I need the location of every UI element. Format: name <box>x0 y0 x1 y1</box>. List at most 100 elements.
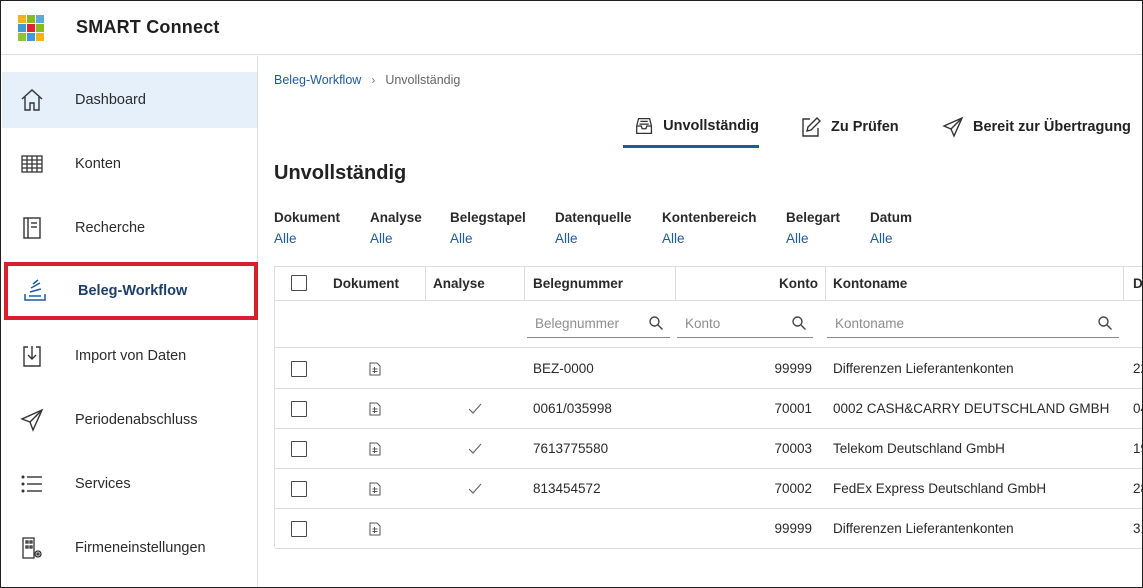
konto-cell: 99999 <box>774 361 812 376</box>
filter-value[interactable]: Alle <box>370 231 422 246</box>
sidebar-item-periodenabschluss[interactable]: Periodenabschluss <box>2 392 257 448</box>
search-icon[interactable] <box>648 315 664 331</box>
filter-datum[interactable]: Datum Alle <box>870 210 912 246</box>
filter-analyse[interactable]: Analyse Alle <box>370 210 422 246</box>
table-row[interactable]: 0061/035998 70001 0002 CASH&CARRY DEUTSCHL… <box>275 389 1142 429</box>
search-icon[interactable] <box>791 315 807 331</box>
breadcrumb: Beleg-Workflow › Unvollständig <box>274 73 460 87</box>
column-header-belegnummer[interactable]: Belegnummer <box>533 267 623 301</box>
import-icon <box>23 346 41 367</box>
filter-value[interactable]: Alle <box>870 231 912 246</box>
document-icon[interactable] <box>369 482 381 496</box>
tab-bereit-zur-uebertragung[interactable]: Bereit zur Übertragung <box>941 106 1131 148</box>
sidebar-item-label: Beleg-Workflow <box>78 283 188 299</box>
belegnummer-cell: 813454572 <box>533 481 601 496</box>
sidebar-item-import[interactable]: Import von Daten <box>2 328 257 384</box>
sidebar-item-beleg-workflow[interactable]: Beleg-Workflow <box>4 262 258 320</box>
filter-label: Belegart <box>786 210 841 225</box>
grid-table-icon <box>21 155 43 173</box>
sidebar-item-firmeneinstellungen[interactable]: Firmeneinstellungen <box>2 520 257 576</box>
row-checkbox[interactable] <box>291 521 307 537</box>
row-checkbox[interactable] <box>291 361 307 377</box>
select-all-checkbox[interactable] <box>291 275 307 291</box>
column-divider <box>825 267 826 301</box>
belegnummer-cell: BEZ-0000 <box>533 361 594 376</box>
document-search-icon <box>23 217 41 239</box>
filter-value[interactable]: Alle <box>274 231 340 246</box>
top-header: SMART Connect <box>1 1 1142 55</box>
document-icon[interactable] <box>369 522 381 536</box>
row-checkbox[interactable] <box>291 401 307 417</box>
row-checkbox[interactable] <box>291 441 307 457</box>
sidebar-item-services[interactable]: Services <box>2 456 257 512</box>
column-divider <box>1123 267 1124 301</box>
filter-label: Datum <box>870 210 913 225</box>
column-divider <box>425 267 426 301</box>
table-row[interactable]: 7613775580 70003 Telekom Deutschland GmbH 1… <box>275 429 1142 469</box>
column-divider <box>524 267 525 301</box>
beleg-table: Dokument Analyse Belegnummer Konto Konto… <box>274 266 1142 549</box>
workflow-icon <box>24 279 46 301</box>
sidebar-item-label: Recherche <box>75 220 146 236</box>
company-settings-icon <box>22 537 42 559</box>
column-header-datum[interactable]: D <box>1133 267 1142 301</box>
row-checkbox[interactable] <box>291 481 307 497</box>
kontoname-cell: 0002 CASH&CARRY DEUTSCHLAND GMBH <box>833 401 1110 416</box>
column-header-analyse[interactable]: Analyse <box>433 267 485 301</box>
document-icon[interactable] <box>369 442 381 456</box>
sidebar-item-recherche[interactable]: Recherche <box>2 200 257 256</box>
table-row[interactable]: 813454572 70002 FedEx Express Deutschland … <box>275 469 1142 509</box>
search-icon[interactable] <box>1097 315 1113 331</box>
tab-unvollstaendig[interactable]: Unvollständig <box>623 106 759 148</box>
edit-icon <box>802 117 821 137</box>
sidebar-item-label: Periodenabschluss <box>75 412 198 428</box>
belegnummer-cell: 7613775580 <box>533 441 609 456</box>
belegnummer-search-field <box>527 310 670 338</box>
kontoname-search-input[interactable] <box>827 310 1119 336</box>
datum-cell: 04 <box>1133 401 1142 416</box>
filter-datenquelle[interactable]: Datenquelle Alle <box>555 210 632 246</box>
filter-value[interactable]: Alle <box>662 231 757 246</box>
filter-belegstapel[interactable]: Belegstapel Alle <box>450 210 526 246</box>
chevron-right-icon: › <box>371 73 376 87</box>
konto-cell: 70001 <box>774 401 812 416</box>
column-header-kontoname[interactable]: Kontoname <box>833 267 907 301</box>
tab-label: Unvollständig <box>663 117 759 134</box>
sidebar-item-dashboard[interactable]: Dashboard <box>2 72 257 128</box>
sidebar-item-label: Firmeneinstellungen <box>75 540 206 556</box>
sidebar-item-konten[interactable]: Konten <box>2 136 257 192</box>
column-header-dokument[interactable]: Dokument <box>333 267 399 301</box>
filter-value[interactable]: Alle <box>555 231 632 246</box>
belegnummer-cell: 0061/035998 <box>533 401 612 416</box>
tab-label: Bereit zur Übertragung <box>973 119 1131 135</box>
sidebar-item-label: Dashboard <box>75 92 146 108</box>
filter-value[interactable]: Alle <box>786 231 840 246</box>
sidebar-item-label: Services <box>75 476 131 492</box>
breadcrumb-current: Unvollständig <box>385 73 461 87</box>
table-row[interactable]: 99999 Differenzen Lieferantenkonten 31 <box>275 509 1142 549</box>
app-title: SMART Connect <box>76 17 220 37</box>
check-icon <box>468 403 482 414</box>
page-title: Unvollständig <box>274 162 407 184</box>
datum-cell: 19 <box>1133 441 1142 456</box>
filter-kontenbereich[interactable]: Kontenbereich Alle <box>662 210 757 246</box>
document-icon[interactable] <box>369 402 381 416</box>
check-icon <box>468 483 482 494</box>
filter-dokument[interactable]: Dokument Alle <box>274 210 340 246</box>
inbox-icon <box>636 117 653 134</box>
document-icon[interactable] <box>369 362 381 376</box>
breadcrumb-link[interactable]: Beleg-Workflow <box>274 73 361 87</box>
konto-cell: 70003 <box>774 441 812 456</box>
column-header-konto[interactable]: Konto <box>675 267 818 301</box>
kontoname-search-field <box>827 310 1119 338</box>
table-header: Dokument Analyse Belegnummer Konto Konto… <box>275 267 1142 301</box>
tab-zu-pruefen[interactable]: Zu Prüfen <box>799 106 899 148</box>
tab-label: Zu Prüfen <box>831 119 899 135</box>
filter-value[interactable]: Alle <box>450 231 526 246</box>
send-icon <box>942 116 964 138</box>
konto-cell: 99999 <box>774 521 812 536</box>
sidebar: Dashboard Konten Recherche Beleg-Workflo… <box>1 56 258 587</box>
home-icon <box>21 89 43 111</box>
table-row[interactable]: BEZ-0000 99999 Differenzen Lieferantenkont… <box>275 349 1142 389</box>
filter-belegart[interactable]: Belegart Alle <box>786 210 840 246</box>
